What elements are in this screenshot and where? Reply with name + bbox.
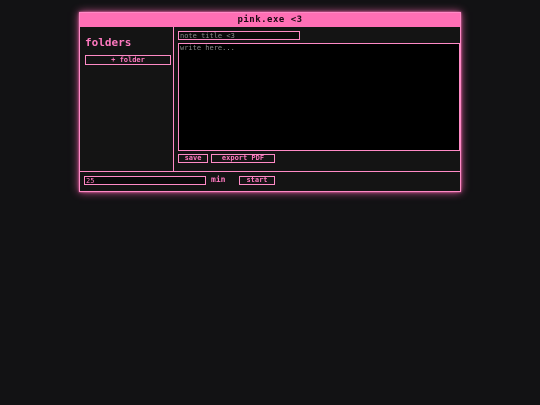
window-title: pink.exe <3 — [80, 13, 460, 27]
add-folder-button[interactable]: + folder — [85, 55, 171, 65]
save-button[interactable]: save — [178, 154, 208, 163]
folders-heading: folders — [85, 36, 132, 49]
timer-bar: min start — [80, 171, 460, 191]
minutes-unit-label: min — [211, 175, 226, 184]
export-pdf-button[interactable]: export PDF — [211, 154, 275, 163]
note-body-textarea[interactable] — [178, 43, 460, 151]
start-timer-button[interactable]: start — [239, 176, 275, 185]
minutes-input[interactable] — [84, 176, 206, 185]
app-window: pink.exe <3 folders + folder save export… — [79, 12, 461, 192]
note-editor: save export PDF — [174, 27, 460, 171]
note-title-input[interactable] — [178, 31, 300, 40]
folders-sidebar: folders + folder — [80, 27, 174, 171]
